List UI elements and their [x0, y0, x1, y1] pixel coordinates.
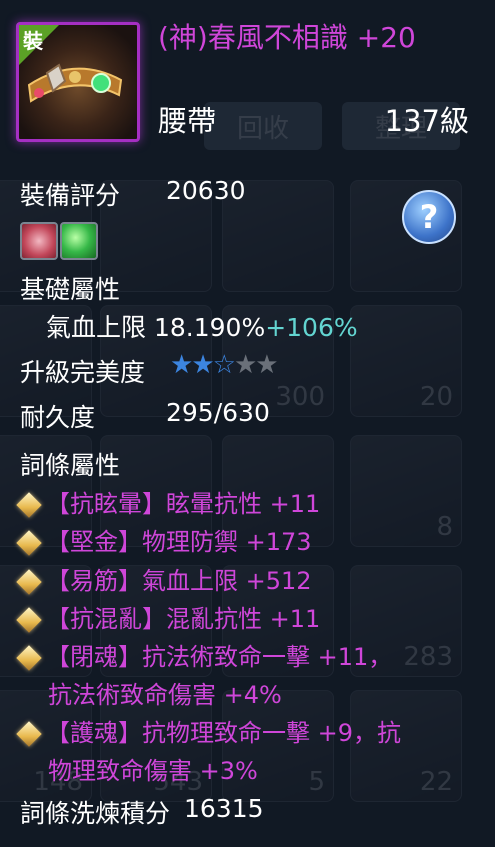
affix-title: 詞條屬性: [20, 451, 121, 480]
affix-item: 【抗眩暈】眩暈抗性 +11: [16, 484, 321, 519]
star-empty-icon: ★: [233, 350, 257, 380]
base-stat-value: 18.190%: [153, 313, 266, 342]
affix-text: 【堅金】物理防禦 +173: [46, 528, 312, 556]
diamond-icon: [16, 530, 42, 556]
star-filled-icon: ★: [170, 350, 193, 380]
affix-text: 【易筋】氣血上限 +512: [46, 567, 312, 595]
base-stat-name: 氣血上限: [46, 313, 147, 342]
item-name: (神)春風不相識 +20: [158, 21, 416, 54]
item-level: 137級: [384, 104, 469, 138]
affix-item-continued: 抗法術致命傷害 +4%: [48, 681, 282, 709]
affix-text: 【護魂】抗物理致命一擊 +9，抗: [46, 719, 402, 747]
item-type: 腰帶: [158, 104, 217, 138]
affix-text: 【抗混亂】混亂抗性 +11: [46, 605, 321, 633]
affix-item: 【閉魂】抗法術致命一擊 +11，: [16, 637, 393, 672]
diamond-icon: [16, 645, 42, 671]
item-tooltip: 裝 (神)春風不相識 +20 腰帶 137級 裝備評分 20630 ? 基礎屬性…: [0, 0, 495, 847]
affix-item: 【抗混亂】混亂抗性 +11: [16, 599, 321, 634]
diamond-icon: [16, 569, 42, 595]
base-stat-bonus: +106%: [265, 313, 358, 342]
affix-item: 【易筋】氣血上限 +512: [16, 561, 312, 596]
green-gem-icon[interactable]: [60, 222, 98, 260]
item-icon: 裝: [16, 22, 140, 142]
star-filled-icon: ★: [191, 350, 214, 380]
base-stats-title: 基礎屬性: [20, 275, 121, 304]
red-gem-icon[interactable]: [20, 222, 58, 260]
rating-label: 裝備評分: [20, 181, 121, 210]
affix-item: 【護魂】抗物理致命一擊 +9，抗: [16, 713, 402, 748]
rating-value: 20630: [166, 176, 246, 205]
affix-text: 【抗眩暈】眩暈抗性 +11: [46, 490, 321, 518]
equip-tag-label: 裝: [23, 29, 43, 53]
help-icon[interactable]: ?: [402, 190, 456, 244]
perfection-stars: ★★☆★★: [170, 350, 279, 380]
diamond-icon: [16, 492, 42, 518]
durability-label: 耐久度: [20, 403, 96, 432]
perfection-label: 升級完美度: [20, 358, 146, 387]
refine-points-value: 16315: [184, 794, 264, 823]
refine-points-label: 詞條洗煉積分: [20, 799, 171, 828]
affix-text: 【閉魂】抗法術致命一擊 +11，: [46, 643, 393, 671]
durability-value: 295/630: [166, 398, 270, 427]
star-empty-icon: ★: [255, 350, 278, 380]
star-outline-icon: ☆: [212, 350, 236, 380]
diamond-icon: [16, 607, 42, 633]
affix-item: 【堅金】物理防禦 +173: [16, 522, 312, 557]
diamond-icon: [16, 721, 42, 747]
affix-item-continued: 物理致命傷害 +3%: [48, 757, 258, 785]
base-stat-line: 氣血上限 18.190%+106%: [46, 308, 358, 344]
